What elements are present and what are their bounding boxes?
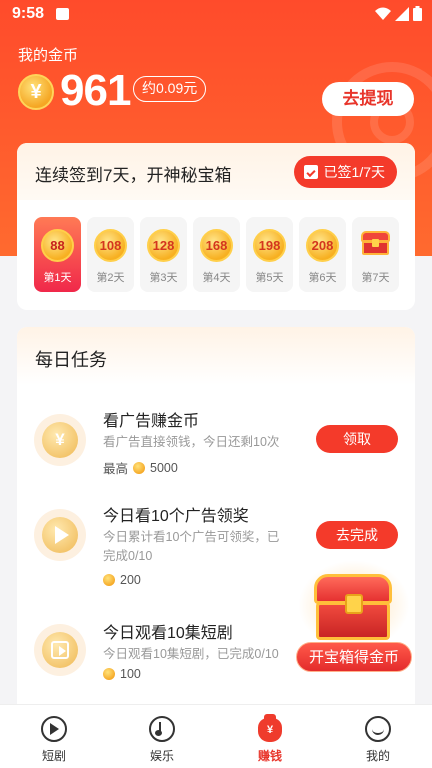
profile-icon	[363, 714, 393, 744]
task-reward: 最高 5000	[103, 458, 178, 477]
day-label: 第5天	[255, 272, 284, 284]
reward-amount: 200	[120, 573, 141, 587]
signal-icon	[395, 6, 409, 21]
image-notification-icon	[56, 8, 69, 20]
treasure-chest-icon	[361, 231, 390, 255]
coin-reward-icon: 208	[306, 229, 339, 262]
signin-days: 88 第1天 108 第2天 128 第3天 168 第4天 198 第5天 2…	[34, 217, 399, 292]
signed-badge[interactable]: 已签1/7天	[293, 156, 397, 188]
coin-reward-icon: 108	[94, 229, 127, 262]
withdraw-button[interactable]: 去提现	[322, 82, 414, 116]
nav-label: 我的	[365, 749, 390, 763]
claim-button[interactable]: 领取	[316, 425, 398, 453]
task-description: 今日累计看10个广告可领奖，已完成0/10	[103, 530, 280, 563]
money-bag-icon: ¥	[255, 714, 285, 744]
nav-label: 娱乐	[149, 749, 174, 763]
signin-day-5[interactable]: 198 第5天	[246, 217, 293, 292]
task-reward: 200	[103, 573, 141, 587]
signin-day-3[interactable]: 128 第3天	[140, 217, 187, 292]
play-circle-icon	[39, 714, 69, 744]
system-icons	[375, 6, 422, 21]
yuan-equivalent: 约0.09元	[133, 76, 207, 102]
task-description: 今日观看10集短剧，已完成0/10	[103, 647, 279, 661]
nav-label: 短剧	[41, 749, 66, 763]
task-description: 看广告直接领钱，今日还剩10次	[103, 435, 280, 449]
day-label: 第6天	[308, 272, 337, 284]
coin-icon	[133, 461, 146, 474]
daily-tasks-header: 每日任务	[17, 327, 415, 385]
open-chest-widget[interactable]: 开宝箱得金币	[296, 560, 412, 672]
coin-reward-icon: 88	[41, 229, 74, 262]
task-title: 今日看10个广告领奖	[103, 508, 249, 525]
nav-item-short-drama[interactable]: 短剧	[0, 705, 108, 768]
bottom-navigation: 短剧 娱乐 ¥ 赚钱 我的	[0, 704, 432, 768]
signed-badge-text: 已签1/7天	[323, 164, 385, 180]
task-title: 今日观看10集短剧	[103, 625, 233, 642]
signin-header: 连续签到7天，开神秘宝箱 已签1/7天	[17, 143, 415, 200]
signin-day-1[interactable]: 88 第1天	[34, 217, 81, 292]
wifi-icon	[375, 7, 391, 20]
day-label: 第4天	[202, 272, 231, 284]
task-reward: 100	[103, 667, 141, 681]
signin-day-6[interactable]: 208 第6天	[299, 217, 346, 292]
daily-tasks-title: 每日任务	[35, 350, 107, 370]
signin-day-7[interactable]: 第7天	[352, 217, 399, 292]
go-complete-button[interactable]: 去完成	[316, 521, 398, 549]
battery-icon	[413, 6, 422, 21]
reward-amount: 100	[120, 667, 141, 681]
coin-icon	[103, 574, 115, 586]
day-label: 第3天	[149, 272, 178, 284]
coin-icon	[103, 668, 115, 680]
signin-day-2[interactable]: 108 第2天	[87, 217, 134, 292]
video-play-icon	[34, 624, 86, 676]
nav-item-earn[interactable]: ¥ 赚钱	[216, 705, 324, 768]
nav-label: 赚钱	[257, 749, 282, 763]
chest-lock-icon	[345, 594, 363, 614]
open-chest-button[interactable]: 开宝箱得金币	[296, 642, 412, 672]
nav-item-me[interactable]: 我的	[324, 705, 432, 768]
coin-balance: 961	[60, 66, 131, 115]
signin-day-4[interactable]: 168 第4天	[193, 217, 240, 292]
day-label: 第2天	[96, 272, 125, 284]
calendar-check-icon	[303, 165, 318, 179]
status-bar: 9:58	[0, 0, 432, 30]
gold-coin-icon: ¥	[18, 74, 54, 110]
signin-card: 连续签到7天，开神秘宝箱 已签1/7天 88 第1天 108 第2天 128 第…	[17, 143, 415, 310]
task-title: 看广告赚金币	[103, 413, 200, 430]
reward-amount: 5000	[150, 460, 178, 475]
play-icon	[34, 509, 86, 561]
yen-coin-icon: ¥	[34, 414, 86, 466]
nav-item-entertainment[interactable]: 娱乐	[108, 705, 216, 768]
reward-prefix: 最高	[103, 462, 129, 476]
day-label: 第1天	[43, 272, 72, 284]
signin-title: 连续签到7天，开神秘宝箱	[35, 166, 232, 185]
music-note-icon	[147, 714, 177, 744]
status-time: 9:58	[12, 5, 45, 22]
day-label: 第7天	[361, 272, 390, 284]
coin-reward-icon: 168	[200, 229, 233, 262]
balance-label: 我的金币	[18, 47, 79, 64]
task-item-watch-ads: ¥ 看广告赚金币 看广告直接领钱，今日还剩10次 最高 5000 领取	[17, 407, 415, 507]
coin-reward-icon: 198	[253, 229, 286, 262]
coin-reward-icon: 128	[147, 229, 180, 262]
